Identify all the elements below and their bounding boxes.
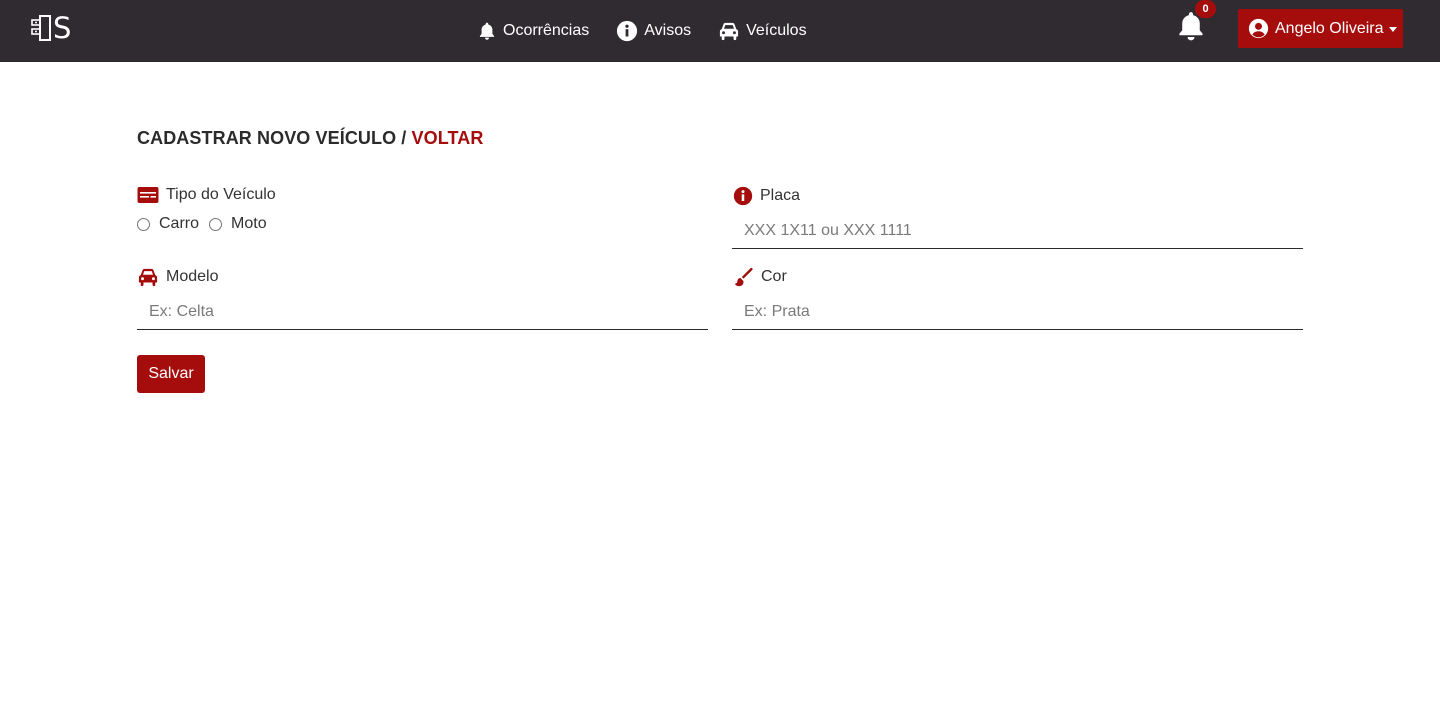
chevron-down-icon	[1388, 27, 1397, 32]
page-title-text: CADASTRAR NOVO VEÍCULO /	[137, 128, 412, 148]
page-title: CADASTRAR NOVO VEÍCULO / VOLTAR	[137, 128, 483, 149]
tipo-radio-group: Carro Moto	[137, 215, 277, 233]
radio-moto[interactable]	[209, 217, 223, 231]
cor-label: Cor	[733, 267, 787, 287]
notification-count-badge: 0	[1195, 0, 1216, 18]
nav-item-avisos[interactable]: Avisos	[616, 20, 691, 42]
placa-label-text: Placa	[760, 187, 801, 204]
logo-mark-icon	[31, 15, 51, 41]
modelo-label: Modelo	[137, 267, 218, 287]
save-button[interactable]: Salvar	[137, 355, 205, 393]
radio-carro[interactable]	[137, 217, 150, 231]
main-nav: Ocorrências Avisos Veículos	[477, 0, 807, 62]
logo-letter: S	[53, 11, 72, 45]
nav-item-label: Ocorrências	[503, 22, 590, 39]
car-icon	[720, 22, 739, 41]
modelo-label-text: Modelo	[166, 268, 219, 285]
user-name: Angelo Oliveira	[1275, 19, 1384, 37]
user-menu-button[interactable]: Angelo Oliveira	[1238, 9, 1403, 48]
placa-label: Placa	[733, 186, 800, 206]
brand-logo[interactable]: S	[31, 12, 79, 44]
info-circle-icon	[733, 186, 753, 206]
nav-item-label: Avisos	[644, 22, 692, 39]
back-link[interactable]: VOLTAR	[412, 128, 484, 148]
radio-carro-label[interactable]: Carro	[159, 215, 199, 233]
nav-item-veiculos[interactable]: Veículos	[718, 21, 807, 41]
user-circle-icon	[1248, 18, 1269, 39]
info-circle-icon	[617, 20, 638, 42]
nav-item-ocorrencias[interactable]: Ocorrências	[477, 21, 589, 41]
radio-moto-label[interactable]: Moto	[231, 215, 267, 233]
tipo-label: Tipo do Veículo	[137, 186, 276, 204]
modelo-input[interactable]	[137, 294, 708, 330]
car-icon	[138, 268, 158, 287]
cor-label-text: Cor	[761, 268, 787, 285]
paint-brush-icon	[734, 267, 753, 287]
tipo-label-text: Tipo do Veículo	[166, 186, 276, 203]
id-card-icon	[137, 187, 159, 203]
nav-item-label: Veículos	[746, 22, 807, 39]
cor-input[interactable]	[732, 294, 1303, 330]
placa-input[interactable]	[732, 213, 1303, 249]
navbar: S Ocorrências Avisos Veículos 0 Angelo O…	[0, 0, 1440, 62]
bell-icon	[479, 22, 495, 40]
